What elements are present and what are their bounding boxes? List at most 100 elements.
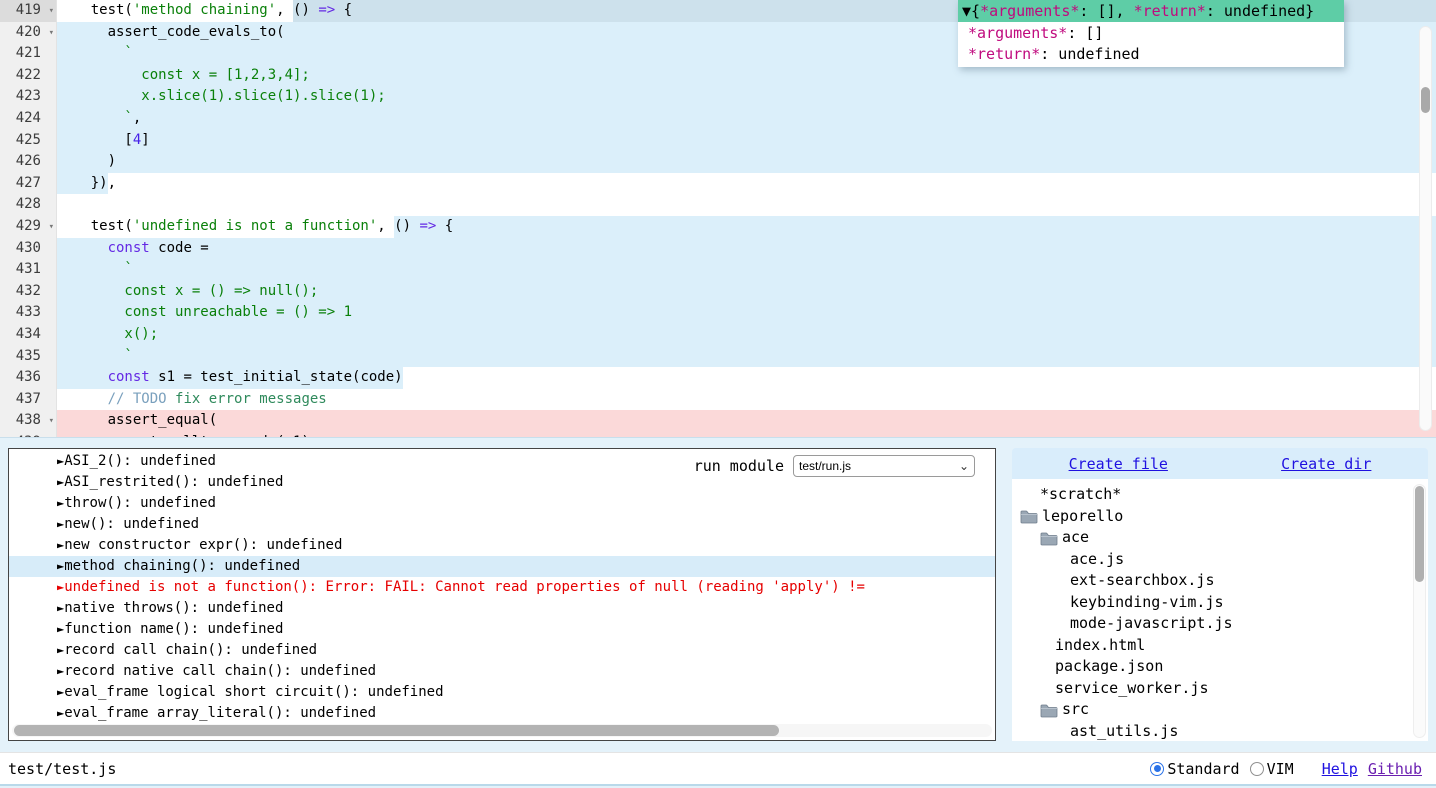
line-number[interactable]: 425 <box>0 130 57 152</box>
code-editor[interactable]: 419▾ test('method chaining', () => {420▾… <box>0 0 1436 438</box>
calltree-row[interactable]: ►new(): undefined <box>9 514 995 535</box>
help-link[interactable]: Help <box>1322 760 1358 778</box>
editor-line[interactable]: 426 ) <box>0 151 1436 173</box>
editor-line[interactable]: 432 const x = () => null(); <box>0 281 1436 303</box>
radio-standard-icon[interactable] <box>1150 762 1164 776</box>
line-number[interactable]: 432 <box>0 281 57 303</box>
keybinding-vim-option[interactable]: VIM <box>1250 760 1294 778</box>
code-line-content[interactable]: ` <box>57 259 1436 281</box>
editor-line[interactable]: 435 ` <box>0 346 1436 368</box>
editor-line[interactable]: 438▾ assert_equal( <box>0 410 1436 432</box>
editor-line[interactable]: 429▾ test('undefined is not a function',… <box>0 216 1436 238</box>
line-number[interactable]: 436 <box>0 367 57 389</box>
code-line-content[interactable]: `, <box>57 108 1436 130</box>
fold-arrow-icon[interactable]: ▾ <box>49 1 54 23</box>
results-horizontal-scrollbar[interactable] <box>12 724 992 737</box>
code-line-content[interactable]: }), <box>57 173 1436 195</box>
code-line-content[interactable]: const x = [1,2,3,4]; <box>57 65 1436 87</box>
calltree-row[interactable]: ►new constructor expr(): undefined <box>9 535 995 556</box>
popup-entry[interactable]: *return*: undefined <box>968 44 1338 65</box>
calltree-row[interactable]: ►record call chain(): undefined <box>9 640 995 661</box>
line-number[interactable]: 420▾ <box>0 22 57 44</box>
popup-entry[interactable]: *arguments*: [] <box>968 23 1338 44</box>
tree-file[interactable]: ext-searchbox.js <box>1012 570 1428 592</box>
code-line-content[interactable]: const code = <box>57 238 1436 260</box>
editor-line[interactable]: 439 root_calltree_node(s1) <box>0 432 1436 438</box>
create-dir-button[interactable]: Create dir <box>1281 455 1371 473</box>
editor-line[interactable]: 437 // TODO fix error messages <box>0 389 1436 411</box>
line-number[interactable]: 427 <box>0 173 57 195</box>
calltree-row[interactable]: ►function name(): undefined <box>9 619 995 640</box>
line-number[interactable]: 430 <box>0 238 57 260</box>
editor-line[interactable]: 425 [4] <box>0 130 1436 152</box>
line-number[interactable]: 419▾ <box>0 0 57 22</box>
tree-file[interactable]: mode-javascript.js <box>1012 613 1428 635</box>
line-number[interactable]: 437 <box>0 389 57 411</box>
code-line-content[interactable]: ) <box>57 151 1436 173</box>
editor-line[interactable]: 424 `, <box>0 108 1436 130</box>
fold-arrow-icon[interactable]: ▾ <box>49 217 54 239</box>
code-line-content[interactable]: x.slice(1).slice(1).slice(1); <box>57 86 1436 108</box>
line-number[interactable]: 428 <box>0 194 57 216</box>
code-line-content[interactable]: const x = () => null(); <box>57 281 1436 303</box>
line-number[interactable]: 433 <box>0 302 57 324</box>
line-number[interactable]: 439 <box>0 432 57 438</box>
editor-line[interactable]: 430 const code = <box>0 238 1436 260</box>
github-link[interactable]: Github <box>1368 760 1422 778</box>
editor-line[interactable]: 431 ` <box>0 259 1436 281</box>
code-line-content[interactable] <box>57 194 1436 216</box>
code-line-content[interactable]: const unreachable = () => 1 <box>57 302 1436 324</box>
calltree-row[interactable]: ►undefined is not a function(): Error: F… <box>9 577 995 598</box>
line-number[interactable]: 421 <box>0 43 57 65</box>
code-line-content[interactable]: x(); <box>57 324 1436 346</box>
code-line-content[interactable]: root_calltree_node(s1) <box>57 432 1436 438</box>
tree-file[interactable]: index.html <box>1012 635 1428 657</box>
results-scrollbar-thumb[interactable] <box>14 725 779 736</box>
line-number[interactable]: 431 <box>0 259 57 281</box>
tree-folder[interactable]: leporello <box>1012 506 1428 528</box>
calltree-row[interactable]: ►eval_frame logical short circuit(): und… <box>9 682 995 703</box>
file-tree-scrollbar[interactable] <box>1413 484 1426 738</box>
editor-line[interactable]: 436 const s1 = test_initial_state(code) <box>0 367 1436 389</box>
calltree-row[interactable]: ►native throws(): undefined <box>9 598 995 619</box>
radio-vim-icon[interactable] <box>1250 762 1264 776</box>
tree-folder[interactable]: src <box>1012 699 1428 721</box>
tree-file[interactable]: *scratch* <box>1012 484 1428 506</box>
calltree-row[interactable]: ►eval_frame array_literal(): undefined <box>9 703 995 724</box>
file-tree-scrollbar-thumb[interactable] <box>1415 486 1424 582</box>
create-file-button[interactable]: Create file <box>1069 455 1168 473</box>
code-line-content[interactable]: test('undefined is not a function', () =… <box>57 216 1436 238</box>
tree-file[interactable]: service_worker.js <box>1012 678 1428 700</box>
editor-vertical-scrollbar[interactable] <box>1419 26 1432 431</box>
line-number[interactable]: 435 <box>0 346 57 368</box>
code-line-content[interactable]: ` <box>57 346 1436 368</box>
calltree-row[interactable]: ►throw(): undefined <box>9 493 995 514</box>
line-number[interactable]: 424 <box>0 108 57 130</box>
editor-line[interactable]: 427 }), <box>0 173 1436 195</box>
code-line-content[interactable]: assert_equal( <box>57 410 1436 432</box>
tree-folder[interactable]: ace <box>1012 527 1428 549</box>
keybinding-standard-option[interactable]: Standard <box>1150 760 1239 778</box>
tree-file[interactable]: ast_utils.js <box>1012 721 1428 742</box>
editor-line[interactable]: 428 <box>0 194 1436 216</box>
tree-file[interactable]: ace.js <box>1012 549 1428 571</box>
code-line-content[interactable]: const s1 = test_initial_state(code) <box>57 367 1436 389</box>
run-module-select[interactable]: test/run.js ⌄ <box>793 455 975 477</box>
code-line-content[interactable]: // TODO fix error messages <box>57 389 1436 411</box>
line-number[interactable]: 426 <box>0 151 57 173</box>
line-number[interactable]: 429▾ <box>0 216 57 238</box>
popup-header[interactable]: ▼{*arguments*: [], *return*: undefined} <box>958 0 1344 22</box>
editor-scrollbar-thumb[interactable] <box>1421 87 1430 113</box>
calltree-row[interactable]: ►method chaining(): undefined <box>9 556 995 577</box>
editor-line[interactable]: 434 x(); <box>0 324 1436 346</box>
editor-line[interactable]: 433 const unreachable = () => 1 <box>0 302 1436 324</box>
line-number[interactable]: 438▾ <box>0 410 57 432</box>
line-number[interactable]: 434 <box>0 324 57 346</box>
editor-line[interactable]: 422 const x = [1,2,3,4]; <box>0 65 1436 87</box>
fold-arrow-icon[interactable]: ▾ <box>49 411 54 433</box>
fold-arrow-icon[interactable]: ▾ <box>49 23 54 45</box>
code-line-content[interactable]: [4] <box>57 130 1436 152</box>
calltree-row[interactable]: ►record native call chain(): undefined <box>9 661 995 682</box>
tree-file[interactable]: package.json <box>1012 656 1428 678</box>
line-number[interactable]: 423 <box>0 86 57 108</box>
